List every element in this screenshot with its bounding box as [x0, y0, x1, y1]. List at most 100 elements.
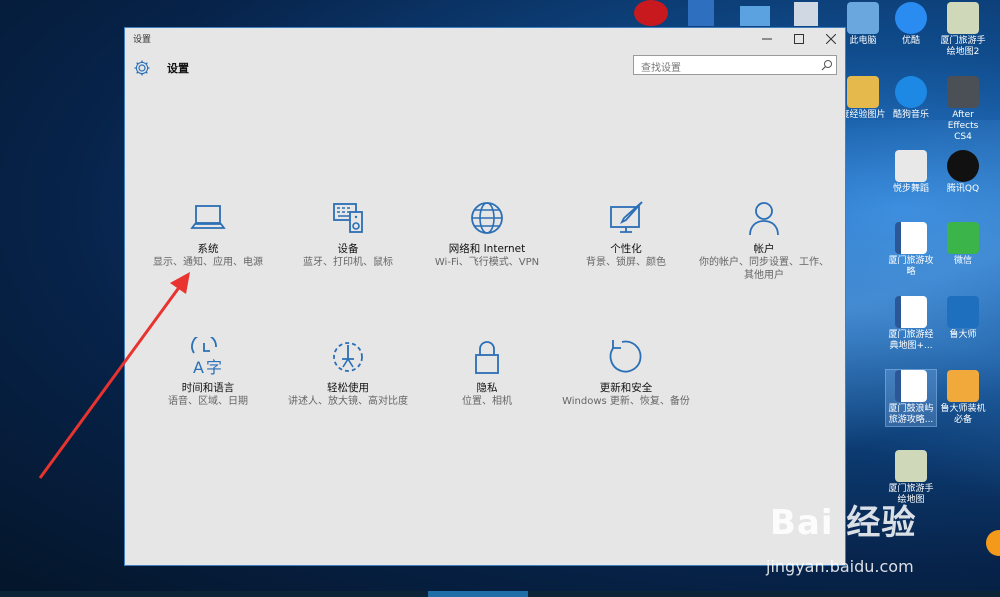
- map-image-icon: [947, 2, 979, 34]
- tile-accounts[interactable]: 帐户 你的帐户、同步设置、工作、其他用户: [699, 198, 829, 282]
- floating-orange-badge[interactable]: [986, 530, 1000, 556]
- desktop-top-icon-xiu[interactable]: [634, 0, 668, 26]
- desktop-icon-label: 厦门旅游攻略: [888, 256, 934, 277]
- tile-title: 个性化: [610, 243, 642, 255]
- tile-system[interactable]: 系统 显示、通知、应用、电源: [143, 198, 273, 269]
- desktop-top-icon-chart[interactable]: [740, 6, 770, 26]
- minimize-button[interactable]: [751, 28, 783, 50]
- tile-description: 讲述人、放大镜、高对比度: [288, 396, 408, 407]
- tile-title: 隐私: [476, 382, 498, 394]
- maximize-icon: [794, 34, 804, 44]
- after-effects-icon: [947, 76, 979, 108]
- devices-icon: [333, 203, 363, 233]
- tile-network[interactable]: 网络和 Internet Wi-Fi、飞行模式、VPN: [422, 198, 552, 269]
- desktop-top-icon-recycle[interactable]: [794, 2, 818, 26]
- lock-icon: [475, 341, 499, 374]
- tile-devices[interactable]: 设备 蓝牙、打印机、鼠标: [283, 198, 413, 269]
- word-document-icon: [895, 222, 927, 254]
- youku-icon: [895, 2, 927, 34]
- search-placeholder: 查找设置: [641, 63, 681, 74]
- tile-title: 系统: [197, 243, 219, 255]
- word-document-icon: [895, 370, 927, 402]
- tile-title: 设备: [337, 243, 359, 255]
- desktop-icon-label: 酷狗音乐: [892, 110, 929, 120]
- desktop-icon-label: 厦门旅游经典地图+...: [888, 330, 934, 351]
- ease-of-access-icon: [333, 342, 363, 372]
- kugou-icon: [895, 76, 927, 108]
- desktop-icon-wechat[interactable]: 微信: [938, 222, 988, 267]
- page-title: 设置: [167, 62, 189, 75]
- desktop-icon-label: 优酷: [901, 36, 920, 46]
- search-input[interactable]: 查找设置: [633, 55, 837, 75]
- tile-title: 网络和 Internet: [448, 243, 526, 255]
- package-cube-icon: [947, 370, 979, 402]
- computer-icon: [847, 2, 879, 34]
- tile-description: 显示、通知、应用、电源: [153, 257, 263, 268]
- taskbar-active-app[interactable]: [428, 591, 528, 597]
- wechat-icon: [947, 222, 979, 254]
- close-icon: [826, 34, 836, 44]
- desktop-top-icon-video[interactable]: [688, 0, 714, 26]
- tile-description: 语音、区域、日期: [168, 396, 248, 407]
- desktop-icon-map2[interactable]: 厦门旅游手绘地图2: [938, 2, 988, 58]
- desktop-icon-ludashi[interactable]: 鲁大师: [938, 296, 988, 341]
- laptop-icon: [190, 205, 226, 229]
- desktop-icon-label: 厦门旅游手绘地图2: [940, 36, 986, 57]
- search-icon[interactable]: [821, 59, 833, 71]
- tile-ease-of-access[interactable]: 轻松使用 讲述人、放大镜、高对比度: [283, 337, 413, 408]
- desktop-icon-youku[interactable]: 优酷: [886, 2, 936, 47]
- person-icon: [749, 202, 779, 236]
- window-title: 设置: [133, 35, 152, 45]
- desktop-icon-label: 悦步舞蹈: [892, 184, 929, 194]
- baidu-watermark: Bai 经验 jingyan.baidu.com: [766, 495, 917, 576]
- tile-description: 你的帐户、同步设置、工作、其他用户: [699, 257, 829, 281]
- word-document-icon: [895, 296, 927, 328]
- qq-penguin-icon: [947, 150, 979, 182]
- tile-description: Wi-Fi、飞行模式、VPN: [434, 257, 540, 268]
- svg-text:A: A: [193, 358, 204, 377]
- paint-icon: [610, 201, 643, 233]
- desktop-icon-label: 鲁大师装机必备: [940, 404, 986, 425]
- tile-title: 更新和安全: [599, 382, 653, 394]
- desktop-icon-gulangyu[interactable]: 厦门鼓浪屿旅游攻略...: [885, 369, 937, 427]
- tile-title: 轻松使用: [327, 382, 369, 394]
- desktop-icon-kugou[interactable]: 酷狗音乐: [886, 76, 936, 121]
- desktop-icon-yuebu[interactable]: 悦步舞蹈: [886, 150, 936, 195]
- desktop-icon-after-effects[interactable]: After Effects CS4: [938, 76, 988, 143]
- title-bar[interactable]: 设置: [125, 28, 845, 50]
- tile-privacy[interactable]: 隐私 位置、相机: [422, 337, 552, 408]
- gear-icon: [134, 60, 150, 76]
- tile-update-security[interactable]: 更新和安全 Windows 更新、恢复、备份: [561, 337, 691, 408]
- tile-description: 位置、相机: [462, 396, 512, 407]
- desktop-icon-ludashi-essentials[interactable]: 鲁大师装机必备: [938, 370, 988, 426]
- watermark-url: jingyan.baidu.com: [766, 557, 914, 576]
- desktop-icon-label: After Effects CS4: [947, 110, 979, 142]
- maximize-button[interactable]: [783, 28, 815, 50]
- minimize-icon: [762, 38, 772, 40]
- taskbar[interactable]: [0, 591, 1000, 597]
- watermark-brand: Bai 经验: [770, 503, 917, 543]
- desktop-icon-label: 微信: [953, 256, 972, 266]
- desktop-icon-label: 腾讯QQ: [946, 184, 980, 194]
- time-language-icon: A 字: [191, 337, 222, 377]
- tile-description: Windows 更新、恢复、备份: [562, 396, 690, 407]
- ludashi-icon: [947, 296, 979, 328]
- desktop-icon-label: 鲁大师: [949, 330, 977, 340]
- close-button[interactable]: [815, 28, 847, 50]
- settings-window[interactable]: 设置 设置 查找设置 系统 显示、通知、应用、电源 设备 蓝牙、打印机、鼠标 网…: [124, 27, 846, 566]
- desktop-icon-travel-map[interactable]: 厦门旅游经典地图+...: [886, 296, 936, 352]
- map-image-icon: [895, 450, 927, 482]
- tile-description: 背景、锁屏、颜色: [586, 257, 666, 268]
- tile-title: 时间和语言: [181, 382, 235, 394]
- dance-app-icon: [895, 150, 927, 182]
- desktop-icon-travel-guide[interactable]: 厦门旅游攻略: [886, 222, 936, 278]
- tile-time-language[interactable]: A 字 时间和语言 语音、区域、日期: [143, 337, 273, 408]
- update-icon: [609, 340, 642, 373]
- folder-icon: [847, 76, 879, 108]
- desktop-icon-label: 厦门鼓浪屿旅游攻略...: [888, 404, 934, 425]
- globe-icon: [471, 202, 503, 234]
- desktop-icon-qq[interactable]: 腾讯QQ: [938, 150, 988, 195]
- settings-header: 设置: [133, 58, 189, 78]
- tile-description: 蓝牙、打印机、鼠标: [303, 257, 393, 268]
- tile-personalization[interactable]: 个性化 背景、锁屏、颜色: [561, 198, 691, 269]
